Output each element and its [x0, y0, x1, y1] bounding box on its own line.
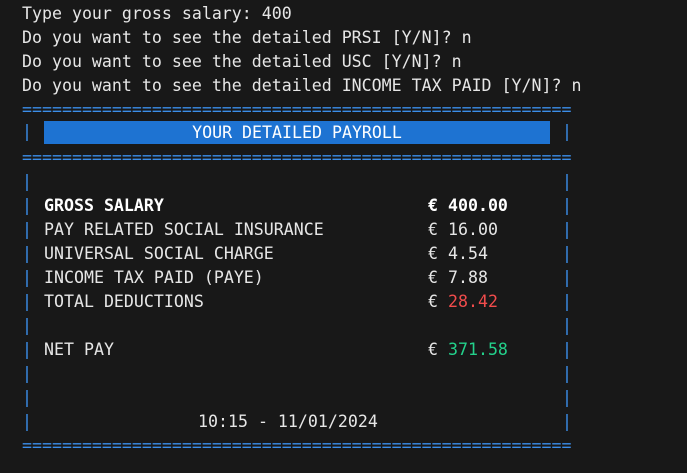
total-deductions-value: € 28.42	[428, 290, 498, 314]
income-tax-value: € 7.88	[428, 268, 488, 287]
left-border: |	[22, 292, 32, 311]
left-border: |	[22, 244, 32, 263]
prsi-value: € 16.00	[428, 220, 498, 239]
top-rule: ========================================…	[22, 100, 572, 119]
payroll-title: YOUR DETAILED PAYROLL	[44, 121, 550, 144]
gross-salary-value: € 400.00	[428, 196, 508, 215]
right-border: |	[562, 220, 572, 239]
right-border: |	[562, 292, 572, 311]
left-border: |	[22, 364, 32, 383]
left-border: |	[22, 268, 32, 287]
right-border: |	[562, 316, 572, 335]
left-border: |	[22, 196, 32, 215]
usc-prompt: Do you want to see the detailed USC [Y/N…	[22, 52, 462, 71]
gross-salary-label: GROSS SALARY	[44, 196, 164, 215]
right-border: |	[562, 340, 572, 359]
currency-symbol: €	[428, 292, 448, 311]
salary-prompt: Type your gross salary: 400	[22, 4, 292, 23]
income-tax-prompt: Do you want to see the detailed INCOME T…	[22, 76, 582, 95]
net-pay-label: NET PAY	[44, 340, 114, 359]
left-border: |	[22, 316, 32, 335]
title-rule: ========================================…	[22, 148, 572, 167]
total-deductions-label: TOTAL DEDUCTIONS	[44, 292, 204, 311]
right-border: |	[562, 122, 572, 141]
left-border: |	[22, 220, 32, 239]
bottom-rule: ========================================…	[22, 436, 572, 455]
right-border: |	[562, 268, 572, 287]
left-border: |	[22, 172, 32, 191]
left-border: |	[22, 340, 32, 359]
right-border: |	[562, 196, 572, 215]
right-border: |	[562, 412, 572, 431]
left-border: |	[22, 122, 32, 141]
total-deductions-amount: 28.42	[447, 292, 498, 311]
net-pay-value: € 371.58	[428, 338, 508, 362]
net-pay-amount: 371.58	[447, 340, 508, 359]
payroll-datetime: 10:15 - 11/01/2024	[198, 412, 378, 431]
left-border: |	[22, 412, 32, 431]
right-border: |	[562, 388, 572, 407]
prsi-label: PAY RELATED SOCIAL INSURANCE	[44, 220, 324, 239]
right-border: |	[562, 172, 572, 191]
currency-symbol: €	[428, 340, 448, 359]
income-tax-label: INCOME TAX PAID (PAYE)	[44, 268, 264, 287]
right-border: |	[562, 364, 572, 383]
right-border: |	[562, 244, 572, 263]
left-border: |	[22, 388, 32, 407]
usc-label: UNIVERSAL SOCIAL CHARGE	[44, 244, 274, 263]
usc-value: € 4.54	[428, 244, 488, 263]
prsi-prompt: Do you want to see the detailed PRSI [Y/…	[22, 28, 472, 47]
